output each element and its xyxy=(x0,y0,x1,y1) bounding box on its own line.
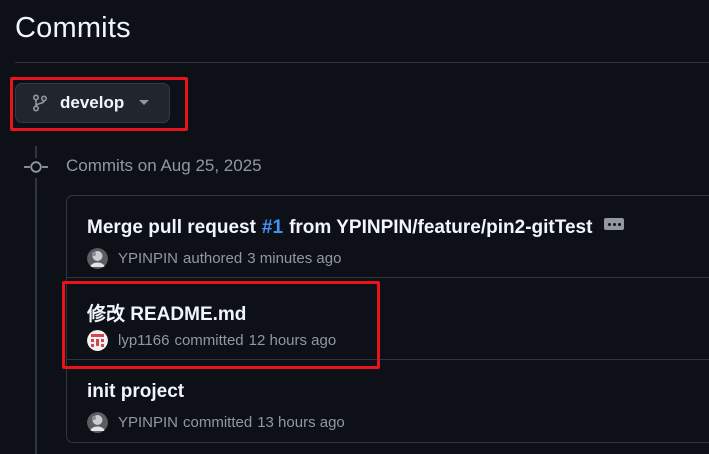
commit-meta: YPINPIN authored 3 minutes ago xyxy=(87,248,341,269)
chevron-down-icon xyxy=(139,100,150,106)
commit-title[interactable]: init project xyxy=(87,381,184,403)
commit-list: Merge pull request #1 from YPINPIN/featu… xyxy=(66,195,709,443)
commit-time: 3 minutes ago xyxy=(247,250,342,267)
branch-name-label: develop xyxy=(60,93,125,112)
commit-meta: YPINPIN committed 13 hours ago xyxy=(87,412,345,433)
commit-author[interactable]: YPINPIN xyxy=(118,414,178,431)
commit-action: committed xyxy=(183,414,253,431)
ellipsis-icon[interactable] xyxy=(604,218,625,230)
avatar[interactable] xyxy=(87,412,108,433)
commit-row[interactable]: Merge pull request #1 from YPINPIN/featu… xyxy=(67,196,709,278)
branch-selector-button[interactable]: develop xyxy=(15,83,170,123)
commit-node-icon xyxy=(24,158,48,176)
avatar[interactable] xyxy=(87,330,108,351)
title-divider xyxy=(15,62,709,63)
commit-group-heading: Commits on Aug 25, 2025 xyxy=(66,156,262,175)
commit-action: committed xyxy=(174,332,244,349)
commit-title-suffix[interactable]: from YPINPIN/feature/pin2-gitTest xyxy=(289,217,592,239)
commit-author[interactable]: lyp1166 xyxy=(118,332,169,349)
commit-row[interactable]: init project YPINPIN committed 13 hours … xyxy=(67,360,709,442)
commit-author[interactable]: YPINPIN xyxy=(118,250,178,267)
commit-title[interactable]: 修改 README.md xyxy=(87,299,246,326)
commit-title[interactable]: Merge pull request #1 from YPINPIN/featu… xyxy=(87,217,625,239)
commit-title-prefix[interactable]: Merge pull request xyxy=(87,217,256,239)
commit-action: authored xyxy=(183,250,243,267)
timeline-line xyxy=(35,178,37,454)
avatar[interactable] xyxy=(87,248,108,269)
commit-time: 13 hours ago xyxy=(257,414,345,431)
commit-row[interactable]: 修改 README.md lyp1166 committed 12 hours … xyxy=(67,278,709,360)
pull-request-link[interactable]: #1 xyxy=(262,217,283,239)
commit-meta: lyp1166 committed 12 hours ago xyxy=(87,330,336,351)
git-branch-icon xyxy=(32,94,48,112)
page-title: Commits xyxy=(15,12,131,44)
timeline-top-line xyxy=(35,146,37,158)
commit-time: 12 hours ago xyxy=(248,332,337,349)
